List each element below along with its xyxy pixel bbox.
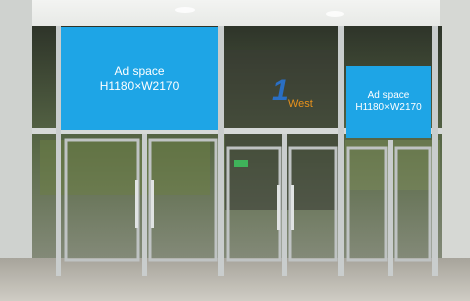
entrance-word: West bbox=[288, 98, 313, 110]
frame-mullion bbox=[338, 26, 344, 276]
ad-space-left: Ad space H1180×W2170 bbox=[61, 27, 218, 130]
ad-size: H1180×W2170 bbox=[99, 78, 180, 93]
exit-light bbox=[234, 160, 248, 167]
ad-size: H1180×W2170 bbox=[355, 102, 422, 113]
frame-mullion bbox=[218, 26, 224, 276]
ad-space-right: Ad space H1180×W2170 bbox=[346, 66, 431, 138]
ad-label: Ad space bbox=[367, 89, 410, 101]
frame-mullion bbox=[282, 134, 287, 276]
door-handle bbox=[151, 180, 154, 228]
frame-mullion bbox=[432, 26, 438, 276]
entrance-photo: Ad space H1180×W2170 Ad space H1180×W217… bbox=[0, 0, 470, 301]
floor bbox=[0, 258, 470, 301]
entrance-number: 1 bbox=[272, 74, 289, 107]
frame-mullion bbox=[142, 134, 147, 276]
ad-label: Ad space bbox=[114, 63, 165, 78]
ceiling-light bbox=[326, 11, 344, 17]
frame-mullion bbox=[388, 140, 393, 276]
entrance-sign: 1 West bbox=[270, 74, 320, 114]
ceiling-light bbox=[175, 7, 195, 13]
right-wall bbox=[440, 0, 470, 301]
door-handle bbox=[277, 185, 280, 230]
left-wall bbox=[0, 0, 32, 301]
door-handle bbox=[291, 185, 294, 230]
door-handle bbox=[135, 180, 138, 228]
